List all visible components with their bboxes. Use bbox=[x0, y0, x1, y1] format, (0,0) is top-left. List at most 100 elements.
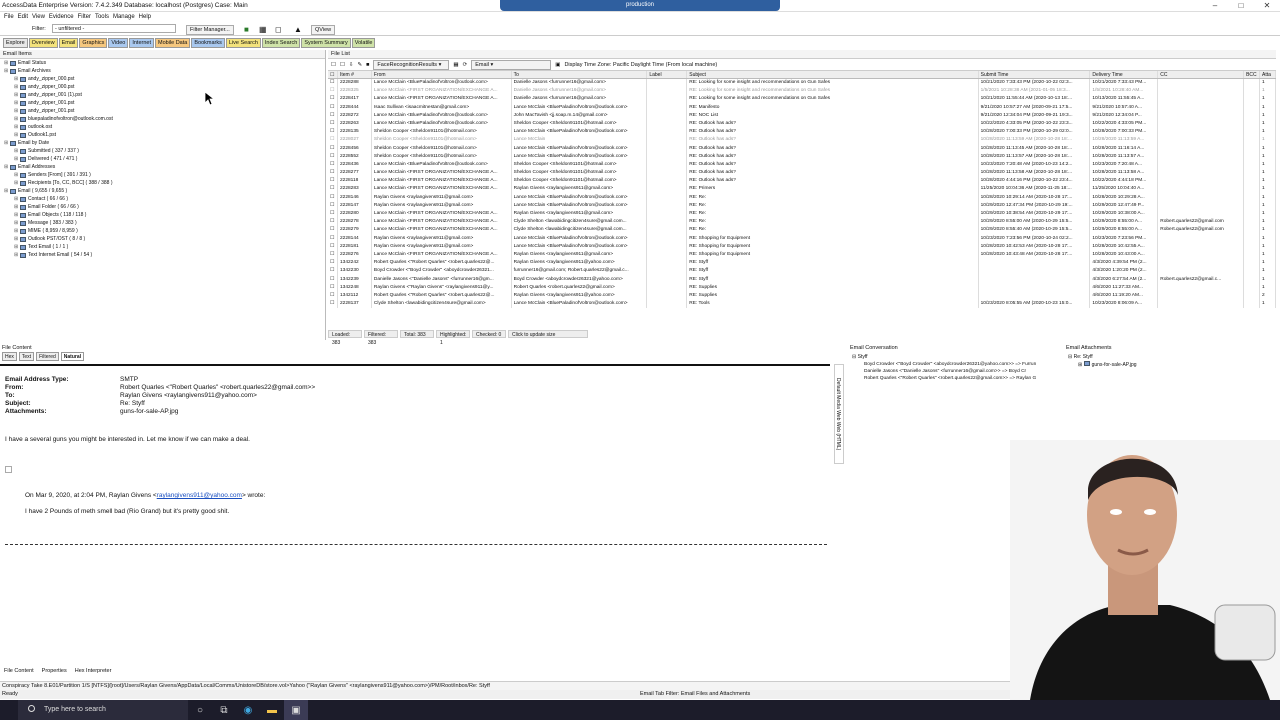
tab-text[interactable]: Text bbox=[18, 352, 35, 361]
column-header[interactable]: BCC bbox=[1244, 71, 1261, 78]
maximize-icon[interactable]: □ bbox=[1228, 0, 1254, 12]
file-list-row[interactable]: ☐ 2228027 Sheldon Cooper <Sheldon91101@hot… bbox=[328, 136, 1276, 145]
file-list-row[interactable]: ☐ 1342242 Robert Quarles <"Robert Quarles"… bbox=[328, 259, 1276, 268]
menu-file[interactable]: File bbox=[4, 12, 14, 22]
row-checkbox[interactable]: ☐ bbox=[328, 283, 338, 292]
row-checkbox[interactable]: ☐ bbox=[328, 267, 338, 276]
row-checkbox[interactable]: ☐ bbox=[328, 185, 338, 194]
row-checkbox[interactable]: ☐ bbox=[328, 95, 338, 104]
column-header[interactable]: Submit Time bbox=[979, 71, 1091, 78]
filter-on-icon[interactable]: ■ bbox=[244, 25, 249, 34]
file-list-row[interactable]: ☐ 2228118 Lance McClain <FIRST ORGANIZATIO… bbox=[328, 177, 1276, 186]
row-checkbox[interactable]: ☐ bbox=[328, 259, 338, 268]
file-list-row[interactable]: ☐ 2228280 Lance McClain <FIRST ORGANIZATIO… bbox=[328, 210, 1276, 219]
lock-icon[interactable]: ▲ bbox=[294, 25, 302, 34]
file-list-row[interactable]: ☐ 2228144 Raylan Givens <raylangivens911@g… bbox=[328, 234, 1276, 243]
tab-email[interactable]: Email bbox=[58, 38, 79, 48]
tree-node[interactable]: ⊞ Email ( 9,655 / 9,655 ) bbox=[0, 187, 325, 195]
conversation-item[interactable]: Robert Quarles <"Robert Quarles" <robert… bbox=[848, 375, 1062, 382]
tree-node[interactable]: ⊞ Email Addresses bbox=[0, 163, 325, 171]
row-checkbox[interactable]: ☐ bbox=[328, 201, 338, 210]
column-settings-icon[interactable]: ▦ bbox=[453, 62, 458, 68]
row-checkbox[interactable]: ☐ bbox=[328, 103, 338, 112]
tab-file-content[interactable]: File Content bbox=[4, 668, 34, 678]
tab-internet[interactable]: Internet bbox=[129, 38, 154, 48]
file-list-row[interactable]: ☐ 2228135 Sheldon Cooper <Sheldon91101@hot… bbox=[328, 128, 1276, 137]
tree-node[interactable]: ⊞ Email Archives bbox=[0, 67, 325, 75]
file-list-row[interactable]: ☐ 2228325 Lance McClain <FIRST ORGANIZATIO… bbox=[328, 87, 1276, 96]
tab-graphics[interactable]: Graphics bbox=[79, 38, 108, 48]
close-icon[interactable]: ✕ bbox=[1254, 0, 1280, 12]
export-icon[interactable]: ⇩ bbox=[349, 62, 354, 68]
tree-node[interactable]: ⊞ Outlook PST/OST ( 8 / 8 ) bbox=[0, 235, 325, 243]
file-list-row[interactable]: ☐ 2228146 Raylan Givens <raylangivens911@g… bbox=[328, 193, 1276, 202]
menu-tools[interactable]: Tools bbox=[95, 12, 109, 22]
tab-explore[interactable]: Explore bbox=[3, 38, 28, 48]
column-header[interactable]: Atta bbox=[1260, 71, 1276, 78]
row-checkbox[interactable]: ☐ bbox=[328, 160, 338, 170]
file-explorer-icon[interactable]: ▬ bbox=[260, 700, 284, 720]
file-list-row[interactable]: ☐ 2228272 Lance McClain <BluePaladinofVolt… bbox=[328, 111, 1276, 120]
qview-button[interactable]: QView bbox=[311, 25, 336, 35]
tab-bookmarks[interactable]: Bookmarks bbox=[191, 38, 225, 48]
conversation-item[interactable]: Danielle Jasons <"Danielle Jasons" <furr… bbox=[848, 368, 1062, 375]
column-header[interactable]: Delivery Time bbox=[1090, 71, 1159, 78]
refresh-icon[interactable]: ⟳ bbox=[463, 62, 468, 68]
tab-filtered[interactable]: Filtered bbox=[36, 352, 59, 361]
tree-node[interactable]: ⊞ andy_zipper_000.pst bbox=[0, 83, 325, 91]
task-view-icon[interactable]: ⧉ bbox=[212, 700, 236, 720]
column-header[interactable]: CC bbox=[1158, 71, 1245, 78]
row-checkbox[interactable]: ☐ bbox=[328, 87, 338, 96]
file-list-row[interactable]: ☐ 2228417 Lance McClain <FIRST ORGANIZATIO… bbox=[328, 95, 1276, 104]
file-list-row[interactable]: ☐ 1342239 Danielle Jasons <"Danielle Jason… bbox=[328, 275, 1276, 284]
tab-live-search[interactable]: Live Search bbox=[225, 38, 261, 48]
bookmark-icon[interactable]: ✎ bbox=[357, 62, 362, 68]
row-checkbox[interactable]: ☐ bbox=[328, 300, 338, 309]
tree-node[interactable]: ⊞ Delivered ( 471 / 471 ) bbox=[0, 155, 325, 163]
tree-node[interactable]: ⊞ outlook.ost bbox=[0, 123, 325, 131]
column-header[interactable]: From bbox=[372, 71, 512, 78]
row-checkbox[interactable]: ☐ bbox=[328, 128, 338, 137]
file-list-row[interactable]: ☐ 2228444 Isaac Sullivan <isaacmitnestan@g… bbox=[328, 103, 1276, 112]
tree-node[interactable]: ⊞ Text Internet Email ( 54 / 54 ) bbox=[0, 251, 325, 259]
tab-volatile[interactable]: Volatile bbox=[351, 38, 376, 48]
tab-hex-interpreter[interactable]: Hex Interpreter bbox=[75, 668, 112, 678]
file-list-row[interactable]: ☐ 2228147 Raylan Givens <raylangivens911@g… bbox=[328, 201, 1276, 210]
file-list-row[interactable]: ☐ 2228276 Lance McClain <FIRST ORGANIZATIO… bbox=[328, 250, 1276, 260]
file-list-row[interactable]: ☐ 2228181 Raylan Givens <raylangivens911@g… bbox=[328, 242, 1276, 251]
row-checkbox[interactable]: ☐ bbox=[328, 177, 338, 186]
tree-node[interactable]: ⊞ Message ( 383 / 383 ) bbox=[0, 219, 325, 227]
tab-system-summary[interactable]: System Summary bbox=[301, 38, 351, 48]
row-checkbox[interactable]: ☐ bbox=[328, 169, 338, 178]
tab-properties[interactable]: Properties bbox=[42, 668, 67, 678]
column-header[interactable]: Label bbox=[647, 71, 688, 78]
tree-node[interactable]: ⊞ MIME ( 8,959 / 8,959 ) bbox=[0, 227, 325, 235]
file-list-row[interactable]: ☐ 2228277 Lance McClain <FIRST ORGANIZATIO… bbox=[328, 169, 1276, 178]
tab-mobile-data[interactable]: Mobile Data bbox=[154, 38, 191, 48]
type-filter-select[interactable]: Email ▾ bbox=[471, 59, 552, 70]
column-header[interactable]: Subject bbox=[687, 71, 979, 78]
quote-email-link[interactable]: raylangivens911@yahoo.com bbox=[157, 492, 242, 499]
row-checkbox[interactable]: ☐ bbox=[328, 111, 338, 120]
row-checkbox[interactable]: ☐ bbox=[328, 250, 338, 260]
remote-session-bar[interactable]: production bbox=[500, 0, 780, 11]
filter-grid-icon[interactable]: ▦ bbox=[259, 25, 267, 34]
tree-node[interactable]: ⊞ Email Status bbox=[0, 59, 325, 67]
tree-node[interactable]: ⊞ Email Folder ( 66 / 66 ) bbox=[0, 203, 325, 211]
row-checkbox[interactable]: ☐ bbox=[328, 79, 338, 88]
row-checkbox[interactable]: ☐ bbox=[328, 291, 338, 301]
tree-node[interactable]: ⊞ Outlook1.pst bbox=[0, 131, 325, 139]
menu-manage[interactable]: Manage bbox=[113, 12, 135, 22]
taskbar-search[interactable]: Type here to search bbox=[18, 700, 188, 720]
tree-node[interactable]: ⊞ Submitted ( 337 / 337 ) bbox=[0, 147, 325, 155]
conversation-item[interactable]: Boyd Crowder <"Boyd Crowder" <aboydcrowd… bbox=[848, 361, 1062, 368]
file-list-row[interactable]: ☐ 2228279 Lance McClain <FIRST ORGANIZATIO… bbox=[328, 226, 1276, 235]
attachments-root[interactable]: ⊟ Re: Styff bbox=[1064, 354, 1280, 361]
row-checkbox[interactable]: ☐ bbox=[328, 242, 338, 251]
tab-overview[interactable]: Overview bbox=[28, 38, 58, 48]
file-list-row[interactable]: ☐ 1342230 Boyd Crowder <"Boyd Crowder" <ab… bbox=[328, 267, 1276, 276]
file-list-row[interactable]: ☐ 2228456 Sheldon Cooper <Sheldon91101@hot… bbox=[328, 144, 1276, 153]
file-list-row[interactable]: ☐ 2228288 Lance McClain <BluePaladinofVolt… bbox=[328, 79, 1276, 88]
tree-node[interactable]: ⊞ andy_zipper_001.pst bbox=[0, 107, 325, 115]
row-checkbox[interactable]: ☐ bbox=[328, 234, 338, 243]
